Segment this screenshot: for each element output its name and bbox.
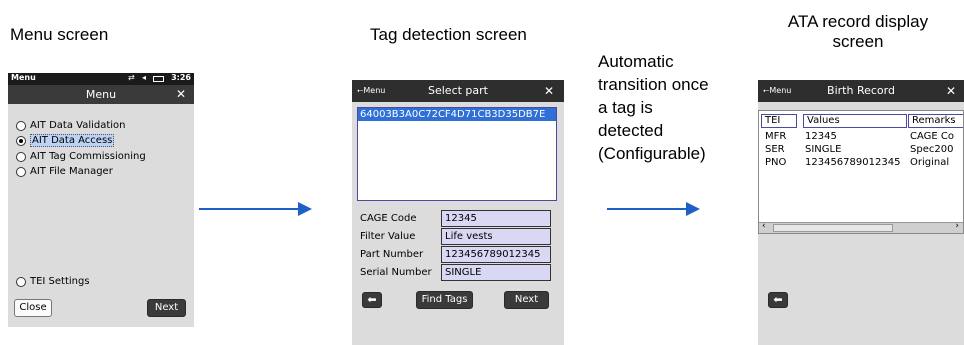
next-button[interactable]: Next: [147, 299, 186, 317]
title-bar: Menu ✕: [8, 85, 194, 104]
filter-value-field[interactable]: Life vests: [441, 228, 551, 245]
volume-icon: ◂: [142, 73, 147, 82]
status-time: 3:26: [171, 73, 191, 82]
scroll-thumb[interactable]: [773, 224, 893, 232]
close-button[interactable]: Close: [14, 299, 52, 317]
tag-detection-caption: Tag detection screen: [370, 25, 527, 44]
option-ait-tag-commissioning[interactable]: AIT Tag Commissioning: [16, 150, 146, 163]
cell-value: SINGLE: [805, 144, 842, 155]
ata-record-caption-line2: screen: [832, 32, 884, 51]
option-label: TEI Settings: [30, 276, 90, 287]
back-button[interactable]: ⬅: [768, 292, 788, 308]
find-tags-button[interactable]: Find Tags: [416, 291, 473, 309]
tag-detection-device: ⭠Menu Select part ✕ 64003B3A0C72CF4D71CB…: [352, 80, 564, 345]
radio-selected-icon: [16, 135, 26, 146]
status-app-name: Menu: [11, 73, 36, 82]
transition-note-line: a tag is: [598, 98, 653, 117]
cell-value: 12345: [805, 131, 837, 142]
back-arrow-icon: ⬅: [773, 293, 783, 306]
transition-note-line: detected: [598, 121, 664, 140]
back-arrow-icon: ⬅: [367, 293, 377, 306]
cell-remark: Spec200: [910, 144, 954, 155]
transition-note-line: Automatic: [598, 52, 674, 71]
cell-remark: Original: [910, 157, 950, 168]
column-header-remarks[interactable]: Remarks: [908, 114, 963, 128]
option-ait-data-validation[interactable]: AIT Data Validation: [16, 119, 126, 132]
cell-tei: PNO: [765, 157, 787, 168]
next-button[interactable]: Next: [504, 291, 549, 309]
column-header-values[interactable]: Values: [803, 114, 907, 128]
close-icon[interactable]: ✕: [946, 84, 956, 98]
option-label: AIT Tag Commissioning: [30, 151, 146, 162]
scroll-left-icon[interactable]: ‹: [762, 221, 766, 231]
close-icon[interactable]: ✕: [544, 84, 554, 98]
record-display-device: ⭠Menu Birth Record ✕ TEI Values Remarks …: [758, 80, 964, 345]
transition-note-line: (Configurable): [598, 144, 706, 163]
option-label: AIT Data Validation: [30, 120, 126, 131]
close-icon[interactable]: ✕: [176, 87, 186, 101]
option-ait-file-manager[interactable]: AIT File Manager: [16, 165, 113, 178]
serial-number-field[interactable]: SINGLE: [441, 264, 551, 281]
back-button[interactable]: ⬅: [362, 292, 382, 308]
arrow-tag-to-record: [607, 202, 700, 216]
radio-icon: [16, 276, 26, 287]
ata-record-caption-line1: ATA record display: [787, 12, 929, 31]
horizontal-scrollbar[interactable]: ‹ ›: [759, 221, 963, 233]
status-bar: Menu ⇄ ◂ 3:26: [8, 73, 194, 85]
cage-code-field[interactable]: 12345: [441, 210, 551, 227]
connectivity-icon: ⇄: [128, 73, 135, 82]
radio-icon: [16, 166, 26, 177]
serial-number-label: Serial Number: [360, 267, 432, 278]
filter-value-label: Filter Value: [360, 231, 416, 242]
option-ait-data-access[interactable]: AIT Data Access: [16, 134, 115, 147]
record-grid[interactable]: TEI Values Remarks MFR 12345 CAGE Co SER…: [758, 110, 964, 234]
title-bar: ⭠Menu Birth Record ✕: [758, 80, 964, 102]
option-tei-settings[interactable]: TEI Settings: [16, 275, 90, 288]
arrow-menu-to-tag: [199, 202, 312, 216]
transition-note-line: transition once: [598, 75, 709, 94]
title-bar: ⭠Menu Select part ✕: [352, 80, 564, 102]
cell-tei: MFR: [765, 131, 787, 142]
radio-icon: [16, 151, 26, 162]
option-label: AIT Data Access: [30, 134, 115, 147]
scroll-right-icon[interactable]: ›: [955, 221, 959, 231]
part-number-label: Part Number: [360, 249, 424, 260]
menu-screen-device: Menu ⇄ ◂ 3:26 Menu ✕ AIT Data Validation…: [8, 73, 194, 327]
tag-list[interactable]: 64003B3A0C72CF4D71CB3D35DB7E: [357, 107, 557, 201]
page-title: Birth Record: [827, 84, 895, 97]
radio-icon: [16, 120, 26, 131]
menu-screen-caption: Menu screen: [10, 25, 109, 44]
cell-tei: SER: [765, 144, 785, 155]
part-number-field[interactable]: 123456789012345: [441, 246, 551, 263]
cell-remark: CAGE Co: [910, 131, 954, 142]
cage-code-label: CAGE Code: [360, 213, 417, 224]
cell-value: 123456789012345: [805, 157, 901, 168]
battery-icon: [153, 76, 164, 82]
page-title: Select part: [428, 84, 488, 97]
option-label: AIT File Manager: [30, 166, 113, 177]
tag-list-item[interactable]: 64003B3A0C72CF4D71CB3D35DB7E: [358, 108, 556, 121]
page-title: Menu: [85, 88, 117, 101]
column-header-tei[interactable]: TEI: [761, 114, 797, 128]
